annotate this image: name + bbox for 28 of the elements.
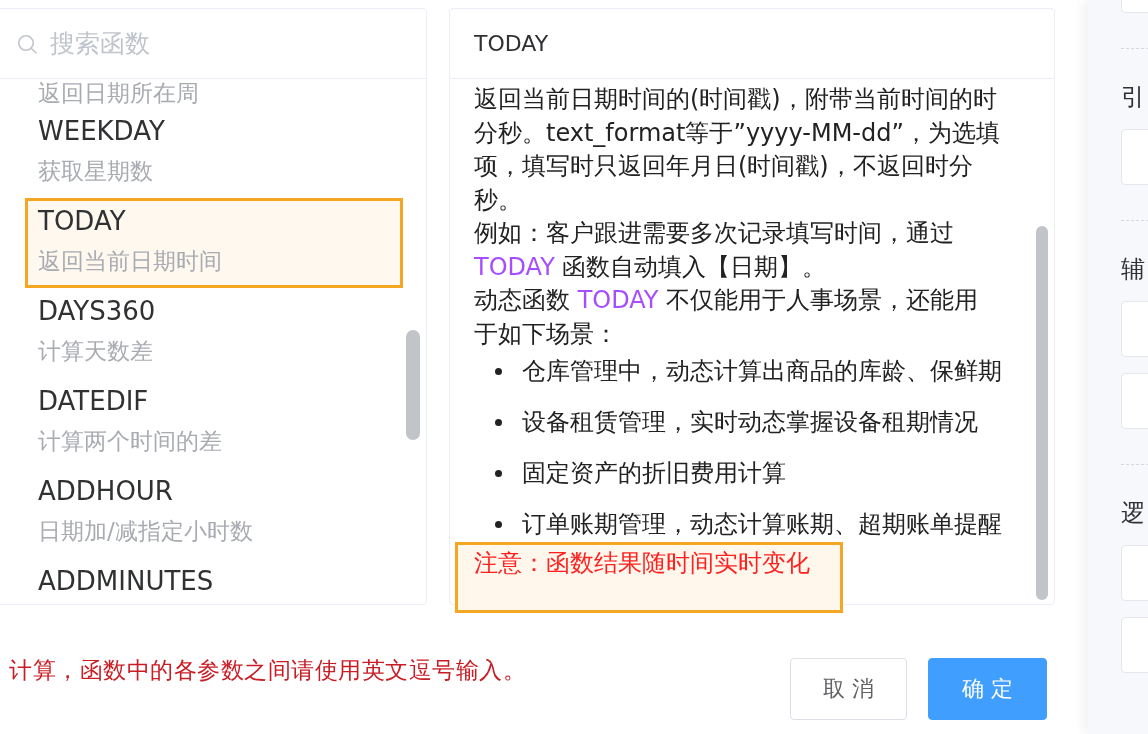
function-item[interactable]: ADDHOUR 日期加/减指定小时数 [25,468,403,558]
bullet-icon [495,368,502,376]
description-text: 返回当前日期时间的(时间戳)，附带当前时间的时分秒。text_format等于”yyyy-MM-dd”，为选填项，填写时只返回年月日(时间戳)，不返回时分秒。 [474,84,1001,216]
section-heading: 引 [1121,82,1146,113]
bullet-text: 固定资产的折旧费用计算 [522,458,786,489]
function-item[interactable]: TODAY 返回当前日期时间 [25,198,403,288]
cancel-button[interactable]: 取 消 [790,658,907,720]
bullet-icon [495,419,502,427]
section-heading: 辅 [1121,254,1146,285]
bullet-text: 订单账期管理，动态计算账期、超期账单提醒 [522,509,1002,540]
note-text: 注意：函数结果随时间实时变化 [455,541,843,613]
description-text: 例如：客户跟进需要多次记录填写时间，通过 TODAY 函数自动填入【日期】。 [474,218,955,283]
function-title: TODAY [474,29,549,58]
scrollbar-thumb[interactable] [1036,226,1048,600]
bullet-icon [495,470,502,478]
function-item[interactable]: ADDMINUTES [25,558,403,604]
bullet-text: 仓库管理中，动态计算出商品的库龄、保鲜期 [522,356,1002,387]
hint-text: 计算，函数中的各参数之间请使用英文逗号输入。 [8,656,526,684]
bullet-text: 设备租赁管理，实时动态掌握设备租期情况 [522,407,978,438]
section-heading: 逻 [1121,498,1146,529]
function-item[interactable]: DATEDIF 计算两个时间的差 [25,378,403,468]
description-text: 动态函数 TODAY 不仅能用于人事场景，还能用于如下场景： [474,285,980,350]
bullet-icon [495,521,502,529]
search-icon [17,33,37,54]
scrollbar-thumb[interactable] [406,330,420,440]
search-field[interactable]: 搜索函数 [50,25,414,62]
function-item[interactable]: DAYS360 计算天数差 [25,288,403,378]
function-item[interactable]: WEEKDAY 获取星期数 [25,108,403,198]
